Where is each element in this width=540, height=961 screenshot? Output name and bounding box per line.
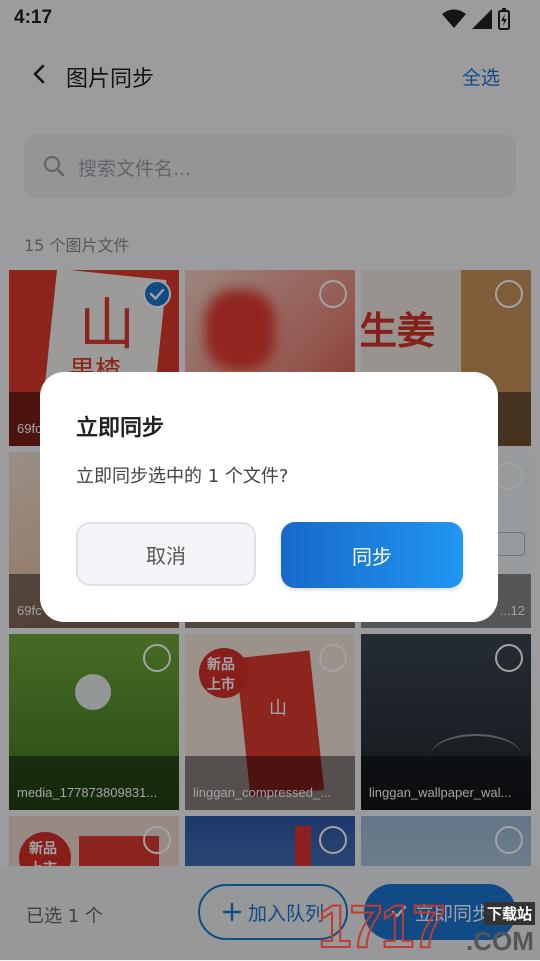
confirm-sync-button[interactable]: 同步 bbox=[281, 522, 463, 588]
watermark-site-label: 下载站 bbox=[484, 902, 536, 925]
dialog-message: 立即同步选中的 1 个文件? bbox=[76, 466, 289, 487]
cancel-button[interactable]: 取消 bbox=[76, 522, 256, 586]
sync-confirm-dialog: 立即同步 立即同步选中的 1 个文件? 取消 同步 bbox=[40, 372, 498, 622]
site-watermark: 1717 下载站 .COM bbox=[317, 890, 540, 961]
watermark-number: 1717 bbox=[317, 892, 446, 961]
watermark-suffix: .COM bbox=[466, 926, 534, 956]
dialog-title: 立即同步 bbox=[76, 416, 165, 441]
